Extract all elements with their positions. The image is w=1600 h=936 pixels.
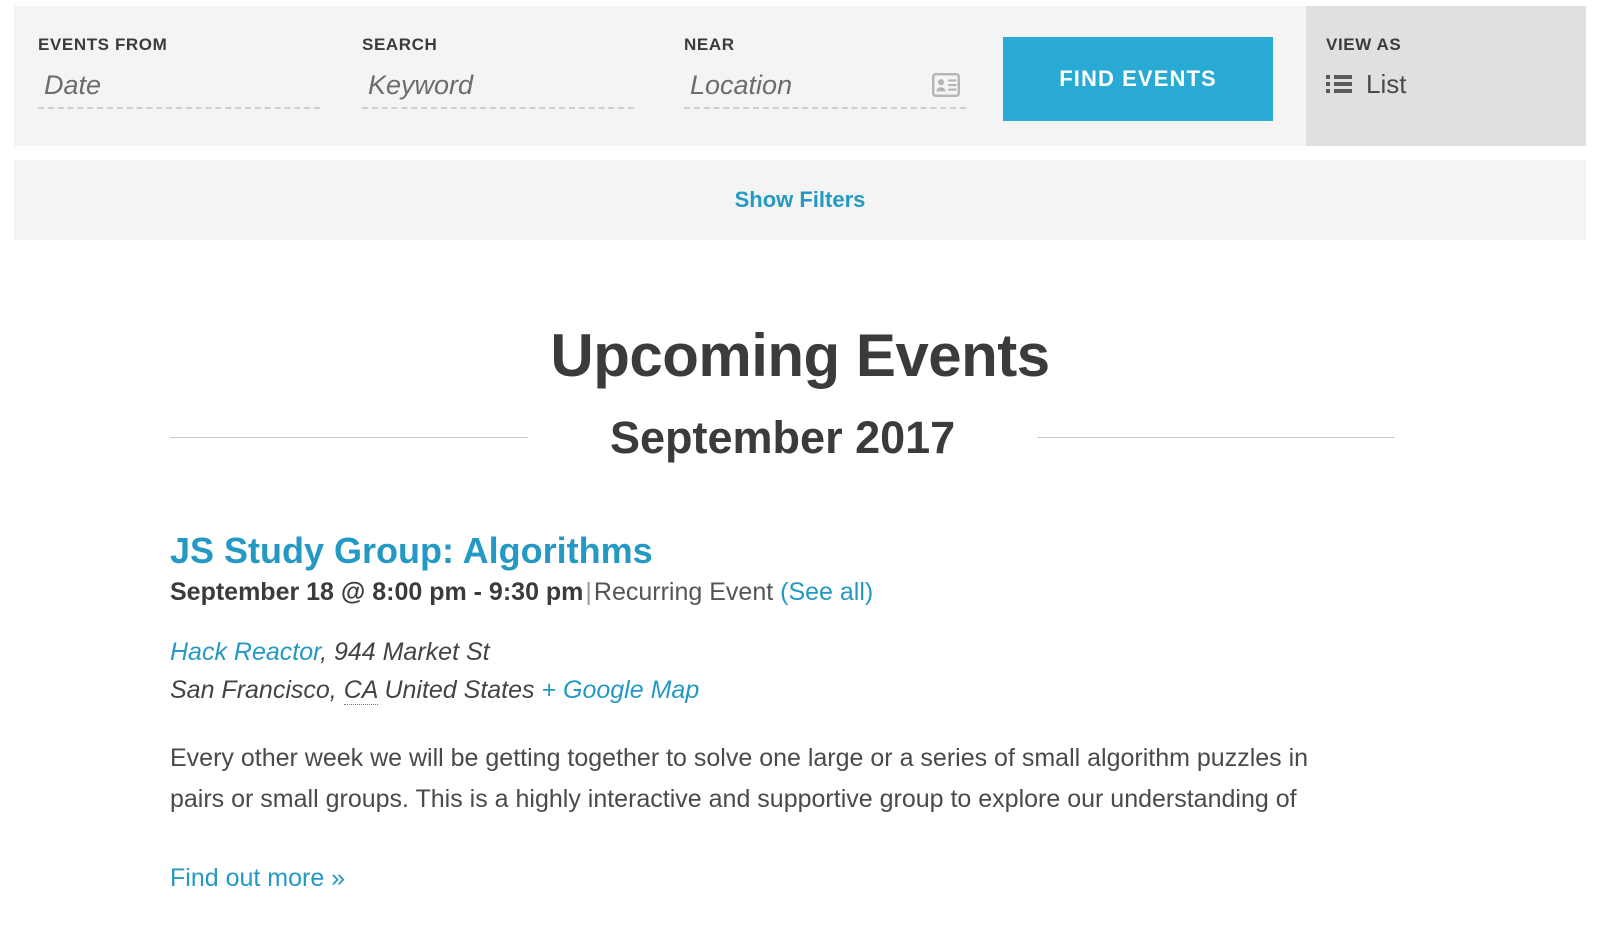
near-location-input-wrap: [684, 69, 966, 109]
field-events-from: EVENTS FROM: [38, 36, 320, 109]
event-venue: Hack Reactor, 944 Market St San Francisc…: [170, 633, 1400, 711]
recurring-event-label: Recurring Event: [593, 578, 774, 607]
google-map-link[interactable]: + Google Map: [541, 676, 699, 704]
meta-separator: |: [585, 578, 592, 607]
vcard-icon[interactable]: [932, 73, 961, 98]
find-out-more-link[interactable]: Find out more »: [170, 864, 345, 893]
month-rule-right: [1037, 437, 1396, 438]
see-all-link[interactable]: (See all): [780, 578, 873, 606]
event-meta: September 18 @ 8:00 pm - 9:30 pm|Recurri…: [170, 577, 1400, 608]
events-from-label: EVENTS FROM: [38, 35, 168, 54]
venue-state-abbr: CA: [343, 676, 378, 706]
events-search-bar: EVENTS FROM SEARCH NEAR: [14, 6, 1586, 146]
filters-bar: Show Filters: [14, 160, 1586, 240]
venue-line-1: Hack Reactor, 944 Market St: [170, 633, 1400, 672]
venue-country: United States: [377, 676, 542, 705]
venue-name-link[interactable]: Hack Reactor: [170, 638, 320, 666]
list-icon: [1326, 74, 1352, 94]
event-title-link[interactable]: JS Study Group: Algorithms: [170, 530, 653, 571]
search-keyword-input-wrap: [362, 69, 634, 109]
search-fields-container: EVENTS FROM SEARCH NEAR: [14, 6, 1306, 146]
month-title: September 2017: [610, 412, 956, 463]
search-keyword-input[interactable]: [362, 71, 634, 105]
show-filters-toggle[interactable]: Show Filters: [735, 187, 866, 213]
search-keyword-label: SEARCH: [362, 35, 438, 54]
near-location-label: NEAR: [684, 35, 735, 54]
field-near-location: NEAR: [684, 36, 966, 109]
view-as-panel: VIEW AS List: [1306, 6, 1586, 146]
view-as-option-list[interactable]: List: [1326, 71, 1586, 97]
find-events-button[interactable]: FIND EVENTS: [1003, 37, 1273, 121]
event-date: September 18 @ 8:00 pm - 9:30 pm: [170, 578, 584, 607]
event-list-item: JS Study Group: Algorithms September 18 …: [170, 530, 1400, 893]
view-as-label: VIEW AS: [1326, 35, 1402, 54]
field-search-keyword: SEARCH: [362, 36, 634, 109]
near-location-input[interactable]: [684, 71, 966, 105]
events-from-input[interactable]: [38, 71, 320, 105]
events-from-input-wrap: [38, 69, 320, 109]
venue-city: San Francisco,: [170, 676, 344, 705]
month-rule-left: [170, 437, 528, 438]
page-title: Upcoming Events: [550, 322, 1050, 390]
view-as-selected-label: List: [1366, 69, 1407, 99]
venue-line-2: San Francisco, CA United States + Google…: [170, 671, 1400, 710]
month-header: September 2017: [170, 415, 1410, 460]
venue-street: , 944 Market St: [320, 637, 490, 666]
event-description: Every other week we will be getting toge…: [170, 744, 1309, 813]
